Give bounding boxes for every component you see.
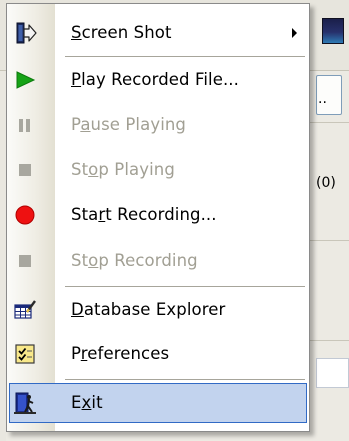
menu-separator <box>65 56 305 57</box>
menu-item-exit[interactable]: Exit <box>9 383 307 423</box>
play-icon <box>13 68 37 92</box>
menu-item-screen-shot[interactable]: Screen Shot <box>9 13 307 53</box>
menu-separator <box>65 286 305 287</box>
context-menu: Screen Shot Play Recorded File... Pause … <box>6 3 310 432</box>
pause-icon <box>13 113 37 137</box>
exit-icon <box>13 391 37 415</box>
database-explorer-icon <box>13 298 37 322</box>
menu-item-preferences[interactable]: Preferences <box>9 334 307 374</box>
menu-item-label: Screen Shot <box>71 23 172 42</box>
menu-item-label: Database Explorer <box>71 300 226 319</box>
menu-item-label: Preferences <box>71 344 170 363</box>
menu-item-label: Stop Playing <box>71 160 175 179</box>
background-divider <box>310 340 349 341</box>
menu-item-label: Exit <box>71 393 103 412</box>
record-icon <box>13 203 37 227</box>
stop-icon <box>13 249 37 273</box>
menu-item-play-recorded-file[interactable]: Play Recorded File... <box>9 60 307 100</box>
menu-separator <box>65 379 305 380</box>
stop-icon <box>13 158 37 182</box>
menu-item-label: Stop Recording <box>71 251 198 270</box>
menu-item-stop-recording[interactable]: Stop Recording <box>9 241 307 281</box>
menu-item-label: Start Recording... <box>71 205 217 224</box>
menu-item-database-explorer[interactable]: Database Explorer <box>9 290 307 330</box>
menu-item-label: Pause Playing <box>71 115 187 134</box>
background-thumbnail-icon <box>322 18 344 44</box>
menu-item-label: Play Recorded File... <box>71 70 239 89</box>
background-divider <box>310 122 349 123</box>
background-count-label: (0) <box>316 175 336 191</box>
background-browse-button[interactable]: .. <box>316 75 342 115</box>
background-divider <box>310 240 349 241</box>
menu-item-pause-playing[interactable]: Pause Playing <box>9 105 307 145</box>
background-input-field[interactable] <box>316 358 349 388</box>
preferences-icon <box>13 342 37 366</box>
submenu-arrow-icon <box>292 28 297 38</box>
screenshot-icon <box>13 21 37 45</box>
menu-item-stop-playing[interactable]: Stop Playing <box>9 150 307 190</box>
menu-item-start-recording[interactable]: Start Recording... <box>9 195 307 235</box>
